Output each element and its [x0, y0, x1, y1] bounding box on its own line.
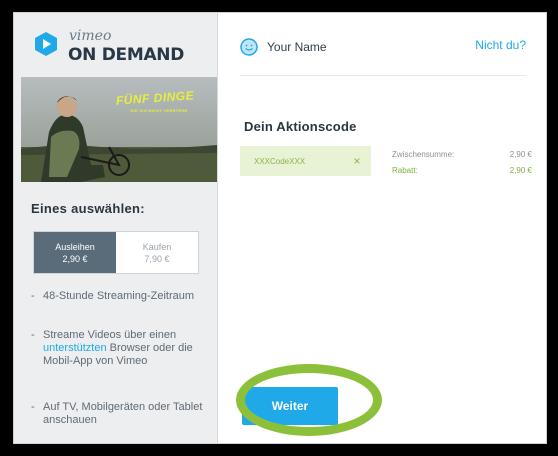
promo-code-heading: Dein Aktionscode: [244, 119, 357, 134]
feature-dash: -: [31, 401, 35, 413]
vimeo-on-demand-logo: vimeo ON DEMAND: [33, 26, 203, 71]
choose-heading: Eines auswählen:: [31, 201, 145, 216]
user-info: Your Name: [240, 38, 327, 56]
not-you-link[interactable]: Nicht du?: [475, 38, 526, 52]
rent-label: Ausleihen: [55, 241, 95, 252]
logo-on-demand-text: ON DEMAND: [68, 45, 185, 65]
feature-text: Streame Videos über einen unterstützten …: [43, 329, 207, 368]
buy-price: 7,90 €: [144, 253, 170, 264]
promo-code-chip: XXXCodeXXX ×: [240, 146, 371, 176]
feature-dash: -: [31, 329, 35, 341]
feature-text: Auf TV, Mobilgeräten oder Tablet anschau…: [43, 401, 203, 426]
feature-text: 48-Stunde Streaming-Zeitraum: [43, 290, 195, 302]
poster-subtitle: DIE ICH NICHT VERSTEHE: [130, 108, 188, 113]
feature-item: - 48-Stunde Streaming-Zeitraum: [31, 290, 207, 303]
sidebar: vimeo ON DEMAND FÜNF DINGE DIE ICH NICHT…: [14, 13, 218, 443]
purchase-options: Ausleihen 2,90 € Kaufen 7,90 €: [33, 231, 199, 274]
supported-browsers-link[interactable]: unterstützten: [43, 342, 107, 354]
feature-text-before: Streame Videos über einen: [43, 329, 177, 341]
subtotal-row: Zwischensumme: 2,90 €: [392, 150, 532, 159]
feature-item: - Streame Videos über einen unterstützte…: [31, 329, 207, 368]
smiley-avatar-icon: [240, 38, 258, 56]
buy-label: Kaufen: [142, 241, 172, 252]
promo-code-value: XXXCodeXXX: [254, 156, 306, 166]
discount-label: Rabatt:: [392, 166, 418, 175]
discount-value: 2,90 €: [509, 166, 532, 175]
divider: [240, 75, 526, 76]
remove-code-icon[interactable]: ×: [347, 154, 367, 168]
user-name: Your Name: [267, 40, 327, 54]
buy-option[interactable]: Kaufen 7,90 €: [116, 232, 198, 273]
feature-item: - Auf TV, Mobilgeräten oder Tablet ansch…: [31, 401, 207, 427]
film-poster: FÜNF DINGE DIE ICH NICHT VERSTEHE: [21, 77, 217, 182]
discount-row: Rabatt: 2,90 €: [392, 166, 532, 175]
subtotal-label: Zwischensumme:: [392, 150, 455, 159]
logo-vimeo-text: vimeo: [69, 28, 112, 44]
rent-price: 2,90 €: [62, 253, 88, 264]
rent-option[interactable]: Ausleihen 2,90 €: [34, 232, 116, 273]
play-logo-icon: [35, 32, 57, 56]
highlight-circle: [236, 364, 382, 436]
subtotal-value: 2,90 €: [509, 150, 532, 159]
feature-dash: -: [31, 290, 35, 302]
